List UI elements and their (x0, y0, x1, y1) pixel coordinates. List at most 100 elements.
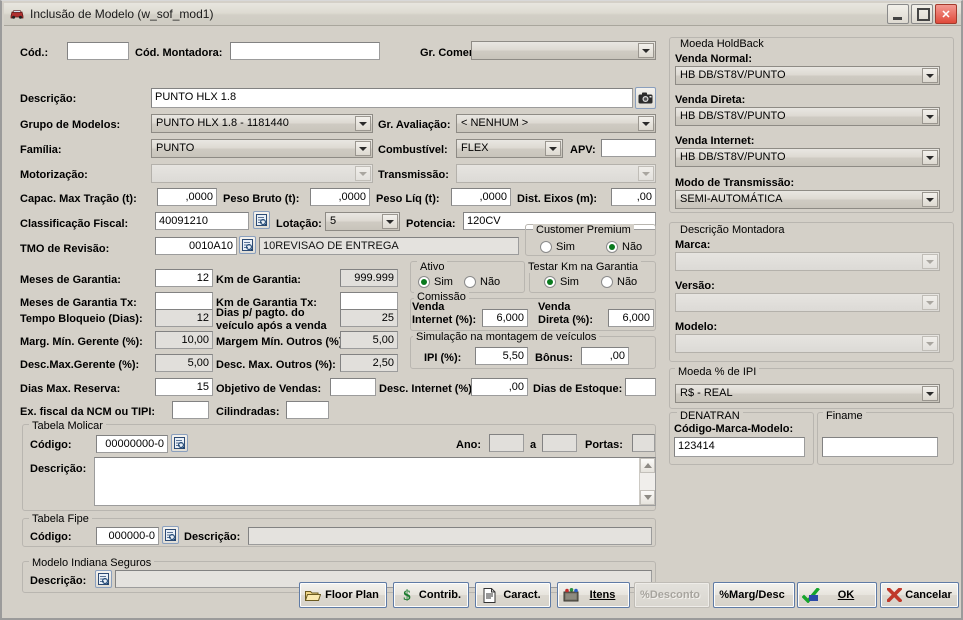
ex-fiscal-input[interactable] (172, 401, 209, 419)
chevron-down-icon[interactable] (355, 141, 371, 156)
gr-comercial-combo[interactable] (471, 41, 656, 60)
capac-max-tracao-input[interactable]: ,0000 (157, 188, 217, 206)
combustivel-combo[interactable]: FLEX (456, 139, 563, 158)
minimize-button[interactable] (887, 4, 909, 24)
chevron-down-icon[interactable] (922, 254, 938, 269)
scroll-down-icon[interactable] (640, 490, 655, 505)
molicar-portas-input[interactable] (632, 434, 655, 452)
floor-plan-label: Floor Plan (325, 589, 379, 601)
lookup-icon[interactable] (239, 236, 256, 254)
peso-liq-input[interactable]: ,0000 (451, 188, 511, 206)
dias-max-reserva-input[interactable]: 15 (155, 378, 213, 396)
lookup-icon[interactable] (171, 434, 188, 452)
chevron-down-icon[interactable] (922, 295, 938, 310)
chevron-down-icon[interactable] (638, 166, 654, 181)
chevron-down-icon[interactable] (922, 150, 938, 165)
dist-eixos-input[interactable]: ,00 (611, 188, 656, 206)
chevron-down-icon[interactable] (922, 336, 938, 351)
cod-input[interactable] (67, 42, 129, 60)
molicar-codigo-input[interactable]: 00000000-0 (96, 435, 168, 453)
chevron-down-icon[interactable] (922, 192, 938, 207)
apv-input[interactable] (601, 139, 656, 157)
scroll-up-icon[interactable] (640, 458, 655, 473)
versao-combo[interactable] (675, 293, 940, 312)
peso-bruto-input[interactable]: ,0000 (310, 188, 370, 206)
km-garantia-input[interactable]: 999.999 (340, 269, 398, 287)
gr-avaliacao-combo[interactable]: < NENHUM > (456, 114, 656, 133)
ok-button[interactable]: OK (797, 582, 877, 608)
dias-estoque-input[interactable] (625, 378, 656, 396)
finame-title: Finame (823, 410, 866, 422)
lookup-icon[interactable] (253, 211, 270, 229)
fipe-codigo-input[interactable]: 000000-0 (96, 527, 159, 545)
camera-icon[interactable] (635, 87, 656, 109)
chevron-down-icon[interactable] (922, 68, 938, 83)
chevron-down-icon[interactable] (355, 166, 371, 181)
marg-desc-button[interactable]: %Marg/Desc (713, 582, 795, 608)
venda-direta-combo[interactable]: HB DB/ST8V/PUNTO (675, 107, 940, 126)
tmo-revisao-code-input[interactable]: 0010A10 (155, 237, 237, 255)
finame-input[interactable] (822, 437, 938, 457)
venda-direta-comissao-input[interactable]: 6,000 (608, 309, 654, 327)
cilindradas-input[interactable] (286, 401, 329, 419)
chevron-down-icon[interactable] (922, 109, 938, 124)
testar-km-nao-radio[interactable] (601, 276, 613, 288)
chevron-down-icon[interactable] (545, 141, 561, 156)
chevron-down-icon[interactable] (922, 386, 938, 401)
cod-montadora-input[interactable] (230, 42, 380, 60)
floor-plan-button[interactable]: Floor Plan (299, 582, 387, 608)
desc-max-gerente-input[interactable]: 5,00 (155, 354, 213, 372)
dias-pagto-input[interactable]: 25 (340, 309, 398, 327)
tempo-bloqueio-input[interactable]: 12 (155, 309, 213, 327)
desc-internet-input[interactable]: ,00 (471, 378, 528, 396)
label-combustivel: Combustível: (378, 144, 448, 156)
lotacao-combo[interactable]: 5 (325, 212, 400, 231)
chevron-down-icon[interactable] (355, 116, 371, 131)
denatran-codigo-input[interactable]: 123414 (674, 437, 805, 457)
label-meses-garantia-tx: Meses de Garantia Tx: (20, 297, 137, 309)
modo-transmissao-combo[interactable]: SEMI-AUTOMÁTICA (675, 190, 940, 209)
motorizacao-combo[interactable] (151, 164, 373, 183)
molicar-memo-scrollbar[interactable] (639, 458, 655, 505)
ipi-input[interactable]: 5,50 (475, 347, 528, 365)
chevron-down-icon[interactable] (382, 214, 398, 229)
testar-km-sim-radio[interactable] (544, 276, 556, 288)
marg-min-gerente-input[interactable]: 10,00 (155, 331, 213, 349)
meses-garantia-input[interactable]: 12 (155, 269, 213, 287)
venda-normal-combo[interactable]: HB DB/ST8V/PUNTO (675, 66, 940, 85)
descricao-input[interactable]: PUNTO HLX 1.8 (151, 88, 633, 108)
lookup-icon[interactable] (162, 526, 179, 544)
cancelar-button[interactable]: Cancelar (880, 582, 959, 608)
molicar-ano-de-input[interactable] (489, 434, 524, 452)
chevron-down-icon[interactable] (638, 116, 654, 131)
margem-min-outros-input[interactable]: 5,00 (340, 331, 398, 349)
modelo-combo[interactable] (675, 334, 940, 353)
objetivo-vendas-input[interactable] (330, 378, 376, 396)
ativo-sim-radio[interactable] (418, 276, 430, 288)
grupo-modelos-combo[interactable]: PUNTO HLX 1.8 - 1181440 (151, 114, 373, 133)
itens-button[interactable]: Itens (557, 582, 630, 608)
classificacao-fiscal-input[interactable]: 40091210 (155, 212, 249, 230)
bonus-input[interactable]: ,00 (581, 347, 629, 365)
caract-button[interactable]: Caract. (475, 582, 551, 608)
meses-garantia-tx-input[interactable] (155, 292, 213, 310)
contrib-button[interactable]: $ Contrib. (393, 582, 469, 608)
molicar-ano-ate-input[interactable] (542, 434, 577, 452)
km-garantia-tx-input[interactable] (340, 292, 398, 310)
desc-max-outros-input[interactable]: 2,50 (340, 354, 398, 372)
maximize-button[interactable] (911, 4, 933, 24)
marca-combo[interactable] (675, 252, 940, 271)
moeda-ipi-value: R$ - REAL (680, 387, 733, 399)
chevron-down-icon[interactable] (638, 43, 654, 58)
transmissao-combo[interactable] (456, 164, 656, 183)
customer-premium-nao-radio[interactable] (606, 241, 618, 253)
familia-combo[interactable]: PUNTO (151, 139, 373, 158)
moeda-ipi-combo[interactable]: R$ - REAL (675, 384, 940, 403)
label-molicar-portas: Portas: (585, 439, 623, 451)
venda-internet-comissao-input[interactable]: 6,000 (482, 309, 528, 327)
ativo-nao-radio[interactable] (464, 276, 476, 288)
venda-internet-combo[interactable]: HB DB/ST8V/PUNTO (675, 148, 940, 167)
close-button[interactable]: ✕ (935, 4, 957, 24)
molicar-descricao-memo[interactable] (94, 457, 656, 506)
customer-premium-sim-radio[interactable] (540, 241, 552, 253)
